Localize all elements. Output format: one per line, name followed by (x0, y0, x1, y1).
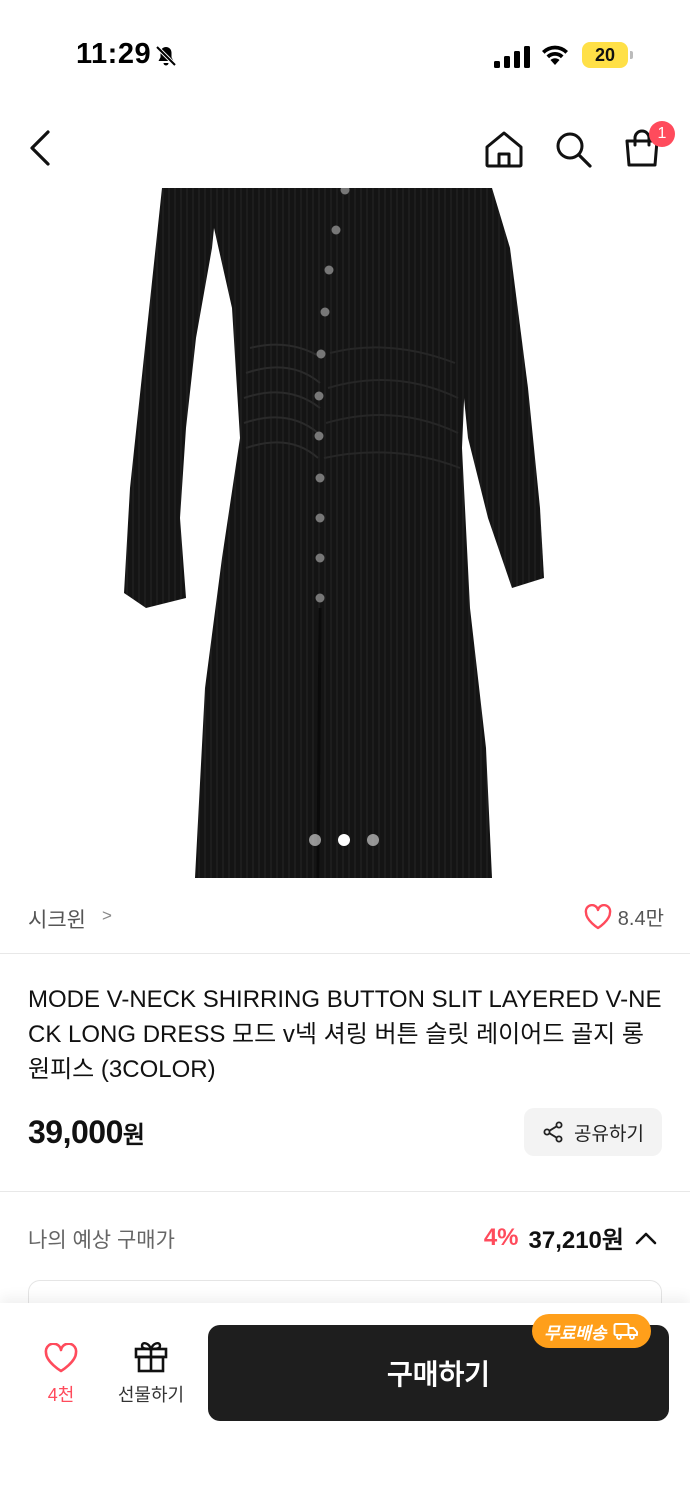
gift-label: 선물하기 (117, 1385, 185, 1405)
free-shipping-badge: 무료배송 (532, 1314, 651, 1348)
cart-count-badge: 1 (649, 121, 675, 147)
like-count: 8.4만 (617, 908, 664, 930)
gift-icon (134, 1341, 168, 1373)
free-shipping-label: 무료배송 (544, 1323, 607, 1343)
search-button[interactable] (550, 126, 596, 172)
battery-indicator: 20 (582, 42, 633, 68)
wishlist-count: 4천 (47, 1385, 75, 1405)
expected-price-row: 나의 예상 구매가 4% 37,210원 (0, 1192, 690, 1280)
heart-icon (584, 903, 612, 929)
chevron-left-icon (30, 130, 50, 166)
brand-row: 시크윈 > 8.4만 (0, 878, 690, 954)
pagination-dot[interactable] (367, 834, 379, 846)
brand-like-button[interactable]: 8.4만 (584, 902, 664, 931)
gift-button[interactable]: 선물하기 (110, 1339, 192, 1413)
battery-level: 20 (594, 44, 616, 65)
delivery-truck-icon (613, 1323, 638, 1340)
home-icon (485, 131, 523, 168)
pagination-dot[interactable] (309, 834, 321, 846)
product-price: 39,000원 (28, 1114, 145, 1151)
status-time: 11:29 (76, 38, 152, 70)
expected-price-toggle[interactable]: 4% 37,210원 (484, 1220, 658, 1255)
discount-rate: 4% (483, 1223, 519, 1251)
chevron-right-icon: > (102, 906, 112, 925)
share-label: 공유하기 (574, 1123, 644, 1145)
share-icon (543, 1121, 563, 1143)
top-navigation (0, 110, 690, 188)
product-photo (124, 188, 544, 878)
status-bar: 11:29 20 (0, 0, 690, 110)
price-unit: 원 (122, 1122, 145, 1149)
price-value: 39,000 (28, 1114, 123, 1150)
bell-off-icon (155, 45, 177, 67)
image-pagination (309, 834, 379, 846)
cellular-signal-icon (494, 46, 530, 68)
expected-price-label: 나의 예상 구매가 (28, 1229, 175, 1252)
price-row: 39,000원 공유하기 (0, 1108, 690, 1192)
back-button[interactable] (18, 126, 62, 170)
wifi-icon (542, 45, 568, 65)
expected-price-value: 37,210원 (528, 1227, 625, 1254)
product-title: MODE V-NECK SHIRRING BUTTON SLIT LAYERED… (28, 986, 662, 1083)
heart-icon (44, 1343, 78, 1373)
search-icon (556, 132, 592, 168)
product-image[interactable] (0, 188, 690, 878)
brand-link[interactable]: 시크윈 (28, 904, 86, 934)
wishlist-button[interactable]: 4천 (30, 1343, 92, 1413)
share-button[interactable]: 공유하기 (524, 1108, 662, 1156)
pagination-dot-active[interactable] (338, 834, 350, 846)
chevron-up-icon (635, 1232, 657, 1244)
home-button[interactable] (480, 126, 528, 172)
bottom-action-bar: 4천 선물하기 구매하기 무료배송 (0, 1303, 690, 1500)
